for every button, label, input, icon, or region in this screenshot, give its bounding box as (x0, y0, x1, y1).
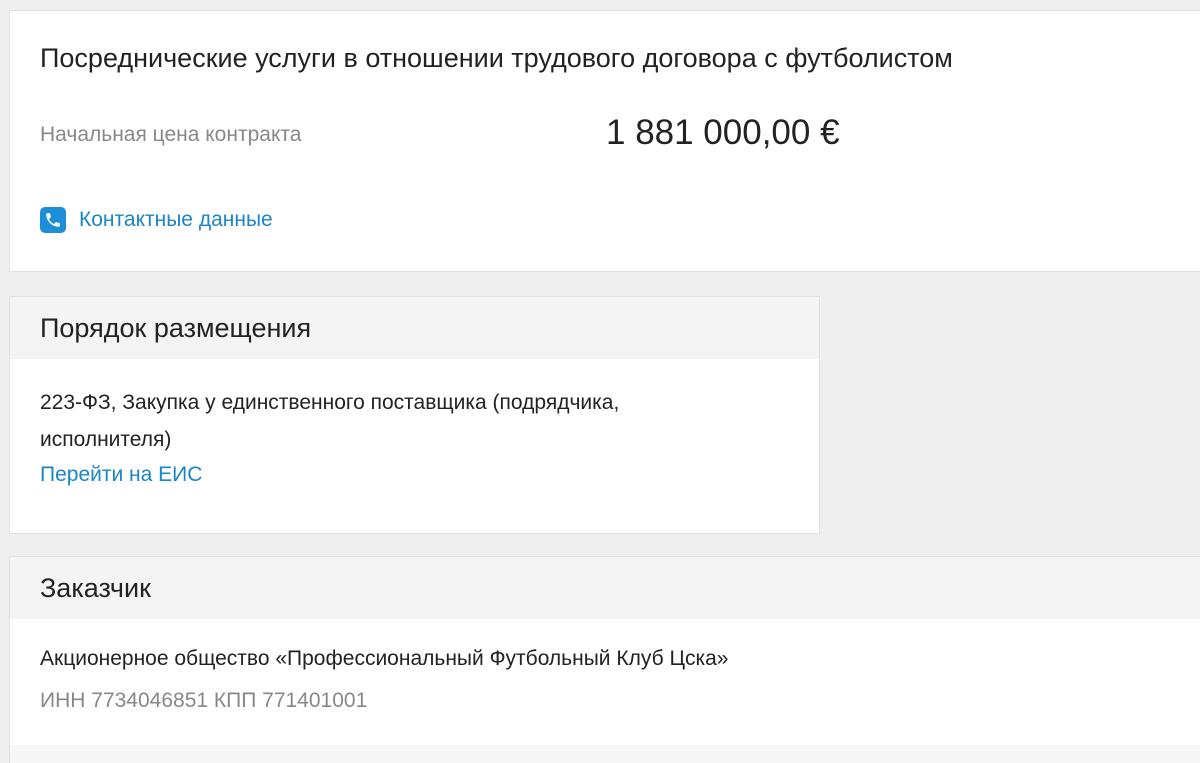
placement-header: Порядок размещения (10, 297, 819, 359)
customer-footer-strip (10, 745, 1200, 763)
phone-icon (40, 207, 66, 233)
contract-card: Посреднические услуги в отношении трудов… (9, 10, 1200, 272)
price-label: Начальная цена контракта (40, 123, 302, 146)
contact-data-link[interactable]: Контактные данные (40, 206, 273, 234)
price-value: 1 881 000,00 € (606, 113, 840, 152)
customer-header: Заказчик (10, 557, 1200, 619)
eis-link[interactable]: Перейти на ЕИС (40, 463, 202, 487)
placement-card: Порядок размещения 223-ФЗ, Закупка у еди… (9, 296, 820, 534)
contact-data-label[interactable]: Контактные данные (79, 208, 273, 232)
customer-name: Акционерное общество «Профессиональный Ф… (40, 647, 729, 670)
placement-description: 223-ФЗ, Закупка у единственного поставщи… (40, 391, 620, 451)
page: Посреднические услуги в отношении трудов… (0, 0, 1200, 763)
customer-ids: ИНН 7734046851 КПП 771401001 (40, 689, 368, 712)
contract-title: Посреднические услуги в отношении трудов… (40, 43, 953, 73)
customer-card: Заказчик Акционерное общество «Профессио… (9, 556, 1200, 763)
